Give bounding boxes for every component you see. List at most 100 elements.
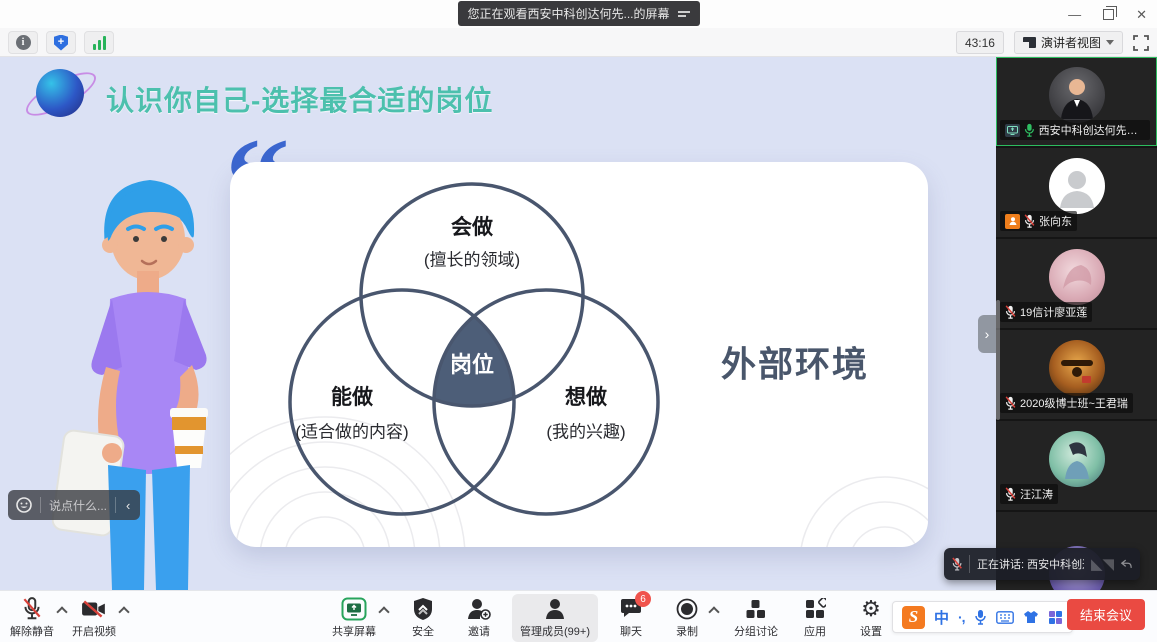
meeting-timer: 43:16 (956, 31, 1004, 54)
avatar (1049, 431, 1105, 487)
close-button[interactable]: ✕ (1136, 8, 1147, 21)
mic-muted-icon (1024, 214, 1035, 228)
meeting-info-button[interactable]: i (8, 31, 38, 54)
chat-button[interactable]: 6 聊天 (608, 596, 654, 639)
statusbar-left: i (8, 31, 114, 54)
ime-skin-icon[interactable] (1023, 610, 1039, 624)
sidebar-scrollbar[interactable] (996, 300, 1000, 420)
shield-plus-icon (54, 35, 68, 51)
signal-bars-icon (93, 36, 106, 50)
view-mode-label: 演讲者视图 (1041, 34, 1101, 51)
mic-on-icon (1024, 123, 1035, 137)
meeting-security-button[interactable] (46, 31, 76, 54)
external-environment-text: 外部环境 (721, 337, 869, 388)
record-options-chevron[interactable] (708, 606, 719, 617)
members-person-icon (544, 596, 566, 622)
sogou-logo-icon[interactable]: S (902, 606, 925, 629)
mic-options-chevron[interactable] (56, 606, 67, 617)
avatar-placeholder (1049, 158, 1105, 214)
ime-keyboard-icon[interactable] (996, 611, 1014, 624)
speaking-toast-text: 正在讲话: 西安中科创达何... (977, 556, 1084, 572)
statusbar-right: 43:16 演讲者视图 (956, 31, 1149, 54)
participant-name: 2020级博士班~王君瑞 (1020, 395, 1128, 411)
window-controls: — ✕ (1068, 0, 1147, 28)
sidebar-expand-handle[interactable]: › (978, 315, 996, 353)
avatar (1049, 67, 1105, 123)
camera-off-icon (81, 596, 107, 622)
participant-name: 张向东 (1039, 213, 1072, 229)
participant-tile[interactable]: 张向东 (996, 148, 1157, 237)
participant-tile[interactable]: 汪江涛 (996, 421, 1157, 510)
venn-left-sublabel: (适合做的内容) (295, 418, 408, 443)
breakout-squares-icon (745, 596, 767, 622)
avatar (1049, 340, 1105, 396)
toolbar-left-group: 解除静音 开启视频 (6, 596, 130, 639)
member-badge-icon (1005, 214, 1020, 229)
participant-name-bar: 19信计廖亚莲 (1000, 302, 1092, 322)
participant-tile[interactable]: 19信计廖亚莲 (996, 239, 1157, 328)
minimize-button[interactable]: — (1068, 8, 1081, 21)
security-shield-icon (413, 596, 433, 622)
fullscreen-icon[interactable] (1133, 35, 1149, 51)
participant-name-bar: 2020级博士班~王君瑞 (1000, 393, 1133, 413)
video-options-chevron[interactable] (118, 606, 129, 617)
share-options-chevron[interactable] (378, 606, 389, 617)
slide-card: 会做 (擅长的领域) 能做 (适合做的内容) 想做 (我的兴趣) 岗位 外部环境 (230, 162, 928, 547)
settings-button[interactable]: ⚙ 设置 (848, 596, 894, 639)
mic-muted-icon (1005, 305, 1016, 319)
venn-top-sublabel: (擅长的领域) (424, 246, 520, 271)
viewing-banner[interactable]: 您正在观看西安中科创达何先...的屏幕 (457, 1, 699, 26)
share-screen-button[interactable]: 共享屏幕 (328, 596, 380, 639)
toolbar-center-group: 共享屏幕 安全 (328, 596, 894, 642)
slide-title: 认识你自己-选择最合适的岗位 (106, 79, 493, 119)
share-screen-icon (341, 596, 367, 622)
planet-icon (30, 65, 88, 123)
participant-tile[interactable]: 2020级博士班~王君瑞 (996, 330, 1157, 419)
breakout-rooms-button[interactable]: 分组讨论 (730, 596, 782, 639)
security-button[interactable]: 安全 (400, 596, 446, 639)
participant-tile-speaker[interactable]: 西安中科创达何先生... (996, 57, 1157, 146)
titlebar: 您正在观看西安中科创达何先...的屏幕 — ✕ (0, 0, 1157, 28)
presenter-illustration (52, 165, 230, 590)
info-icon: i (16, 35, 31, 50)
quick-chat-bubble[interactable]: 说点什么... ‹ (8, 490, 140, 520)
invite-person-icon (467, 596, 491, 622)
collapse-chat-icon[interactable]: ‹ (124, 498, 132, 513)
record-circle-icon (676, 596, 698, 622)
end-meeting-button[interactable]: 结束会议 (1067, 599, 1145, 630)
view-mode-button[interactable]: 演讲者视图 (1014, 31, 1123, 54)
ime-mic-icon[interactable] (974, 609, 987, 625)
watermark-icon: ◣◥ (1091, 555, 1114, 573)
screen-share-icon (1005, 124, 1020, 137)
start-video-button[interactable]: 开启视频 (68, 596, 120, 639)
participant-name-bar: 汪江涛 (1000, 484, 1058, 504)
venn-left-label: 能做 (331, 381, 373, 411)
mic-muted-icon (952, 556, 962, 572)
manage-members-button[interactable]: 管理成员(99+) (512, 594, 598, 642)
ime-lang-toggle[interactable]: 中 (934, 607, 949, 628)
smiley-icon[interactable] (16, 497, 32, 513)
bottom-toolbar: 解除静音 开启视频 (0, 590, 1157, 642)
participant-name: 19信计廖亚莲 (1020, 304, 1087, 320)
invite-button[interactable]: 邀请 (456, 596, 502, 639)
apps-button[interactable]: 应用 (792, 596, 838, 639)
ime-punctuation-toggle[interactable]: ·, (958, 609, 965, 625)
chat-bubble-icon: 6 (619, 596, 643, 622)
mic-muted-icon (21, 596, 43, 622)
banner-menu-icon[interactable] (678, 11, 690, 17)
ime-toolbar[interactable]: S 中 ·, (892, 601, 1073, 633)
ime-toolbox-icon[interactable] (1048, 610, 1063, 625)
statusbar: i 43:16 演讲者视图 (0, 28, 1157, 57)
restore-button[interactable] (1103, 9, 1114, 20)
shared-screen-stage: 认识你自己-选择最合适的岗位 “ (0, 57, 996, 590)
participant-name: 汪江涛 (1020, 486, 1053, 502)
venn-center-label: 岗位 (450, 347, 494, 379)
chat-input-placeholder[interactable]: 说点什么... (49, 497, 107, 514)
unmute-button[interactable]: 解除静音 (6, 596, 58, 639)
network-status-button[interactable] (84, 31, 114, 54)
viewing-banner-text: 您正在观看西安中科创达何先...的屏幕 (467, 5, 669, 22)
reply-arrow-icon (1121, 558, 1132, 570)
participant-name: 西安中科创达何先生... (1039, 122, 1145, 138)
record-button[interactable]: 录制 (664, 596, 710, 639)
participants-sidebar: 西安中科创达何先生... 张向东 (996, 57, 1157, 590)
